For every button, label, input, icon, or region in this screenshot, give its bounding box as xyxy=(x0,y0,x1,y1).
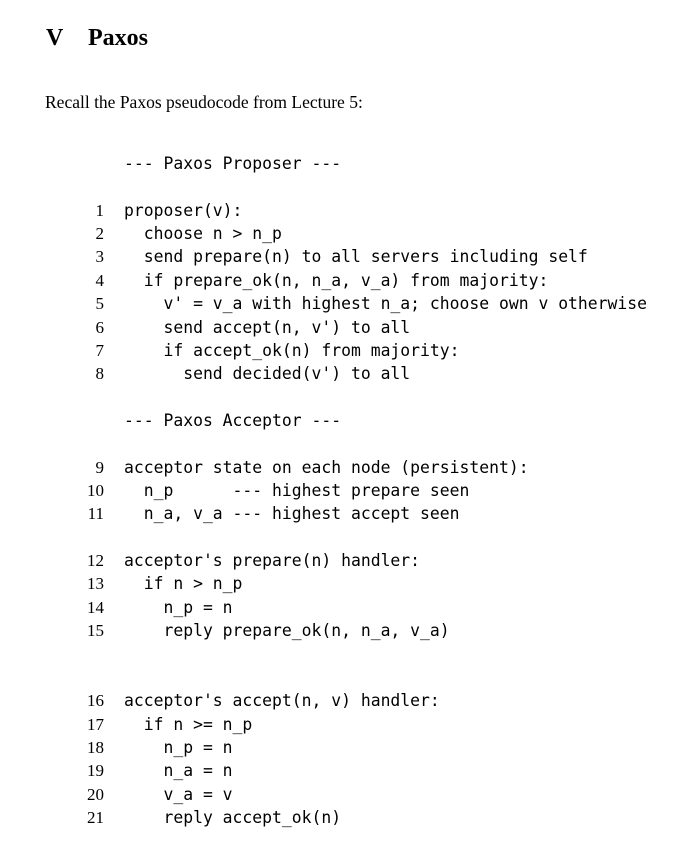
line-number: 2 xyxy=(95,224,105,243)
line-number: 10 xyxy=(87,481,104,500)
pseudocode-listing: --- Paxos Proposer --- 1 proposer(v): 2 … xyxy=(0,0,682,848)
line-number: 19 xyxy=(87,761,104,780)
code-line: acceptor's prepare(n) handler: xyxy=(124,551,421,570)
code-line: n_p = n xyxy=(124,738,233,757)
code-line: send prepare(n) to all servers including… xyxy=(124,247,588,266)
code-line: if n > n_p xyxy=(124,574,243,593)
line-number: 16 xyxy=(87,691,104,710)
code-line: n_p --- highest prepare seen xyxy=(124,481,470,500)
code-line: reply accept_ok(n) xyxy=(124,808,342,827)
code-line: acceptor state on each node (persistent)… xyxy=(124,458,529,477)
line-number: 15 xyxy=(87,621,104,640)
code-line: if accept_ok(n) from majority: xyxy=(124,341,460,360)
code-line: send accept(n, v') to all xyxy=(124,318,411,337)
code-line: if prepare_ok(n, n_a, v_a) from majority… xyxy=(124,271,549,290)
code-line: acceptor's accept(n, v) handler: xyxy=(124,691,440,710)
line-number: 14 xyxy=(87,598,104,617)
line-number: 12 xyxy=(87,551,104,570)
code-line: reply prepare_ok(n, n_a, v_a) xyxy=(124,621,450,640)
code-line: n_a = n xyxy=(124,761,233,780)
line-number: 9 xyxy=(95,458,105,477)
line-number: 8 xyxy=(95,364,105,383)
line-number: 6 xyxy=(95,318,105,337)
code-line: send decided(v') to all xyxy=(124,364,411,383)
line-number: 11 xyxy=(87,504,104,523)
code-line: v' = v_a with highest n_a; choose own v … xyxy=(124,294,648,313)
proposer-header: --- Paxos Proposer --- xyxy=(124,154,342,173)
line-number: 1 xyxy=(95,201,105,220)
line-number: 5 xyxy=(95,294,105,313)
acceptor-header: --- Paxos Acceptor --- xyxy=(124,411,342,430)
line-number: 7 xyxy=(95,341,105,360)
line-number: 3 xyxy=(95,247,105,266)
line-number: 20 xyxy=(87,785,104,804)
line-number: 21 xyxy=(87,808,104,827)
line-number: 18 xyxy=(87,738,104,757)
line-number: 4 xyxy=(95,271,105,290)
code-line: choose n > n_p xyxy=(124,224,282,243)
line-number: 17 xyxy=(87,715,104,734)
code-line: proposer(v): xyxy=(124,201,243,220)
code-line: n_a, v_a --- highest accept seen xyxy=(124,504,460,523)
code-line: if n >= n_p xyxy=(124,715,253,734)
code-line: n_p = n xyxy=(124,598,233,617)
line-number: 13 xyxy=(87,574,104,593)
code-line: v_a = v xyxy=(124,785,233,804)
